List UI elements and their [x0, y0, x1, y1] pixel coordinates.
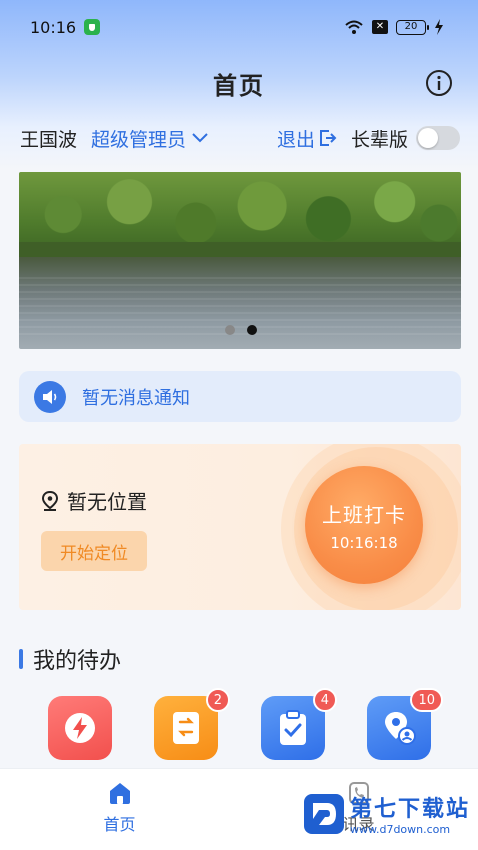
carousel-dot-active[interactable]	[247, 325, 257, 335]
elder-mode-toggle[interactable]	[416, 126, 460, 150]
page-title: 首页	[213, 71, 265, 100]
location-text: 暂无位置	[67, 490, 147, 514]
info-button[interactable]	[424, 68, 454, 98]
tab-home-label: 首页	[103, 815, 136, 834]
todo-item-urgent[interactable]	[48, 696, 112, 760]
clock-in-label: 上班打卡	[322, 502, 406, 527]
info-icon	[426, 70, 452, 96]
role-selector[interactable]: 超级管理员	[91, 125, 208, 152]
banner-image-water	[19, 257, 461, 349]
site-watermark: 第七下载站 www.d7down.com	[303, 791, 470, 836]
toggle-knob	[418, 128, 438, 148]
todo-grid: 2 4 10	[0, 688, 478, 764]
watermark-name: 第七下载站	[349, 797, 470, 822]
watermark-url: www.d7down.com	[349, 823, 451, 836]
todo-item-transfer[interactable]: 2	[154, 688, 230, 760]
page-header: 首页	[0, 58, 478, 108]
todo-badge: 2	[205, 688, 230, 712]
clock-in-time: 10:16:18	[330, 533, 398, 552]
tab-home[interactable]: 首页	[0, 769, 239, 850]
status-time: 10:16	[30, 17, 77, 37]
charging-icon	[435, 19, 443, 35]
role-label: 超级管理员	[91, 128, 187, 151]
user-bar: 王国波 超级管理员 退出 长辈版	[0, 118, 478, 158]
location-pin-icon	[41, 490, 59, 511]
no-sim-icon: ✕	[372, 20, 388, 34]
shield-icon	[84, 19, 101, 35]
wifi-icon	[345, 20, 363, 34]
section-accent-bar	[19, 649, 23, 669]
clipboard-check-icon	[280, 710, 306, 745]
todo-title: 我的待办	[33, 649, 122, 674]
todo-item-visit[interactable]: 10	[367, 688, 443, 760]
clock-in-button[interactable]: 上班打卡 10:16:18	[305, 466, 423, 584]
todo-section-title: 我的待办	[19, 643, 121, 675]
carousel-dot[interactable]	[225, 325, 235, 335]
elder-mode-label: 长辈版	[350, 128, 408, 151]
logout-label: 退出	[276, 128, 315, 151]
notice-bar[interactable]: 暂无消息通知	[19, 371, 461, 422]
todo-badge: 10	[410, 688, 443, 712]
todo-badge: 4	[312, 688, 337, 712]
chevron-down-icon	[192, 133, 208, 143]
speaker-icon	[34, 380, 66, 413]
battery-icon: 20	[396, 19, 429, 35]
notice-text: 暂无消息通知	[82, 387, 190, 409]
start-locate-button[interactable]: 开始定位	[41, 531, 147, 571]
document-transfer-icon	[173, 712, 199, 744]
user-name: 王国波	[20, 128, 78, 151]
home-icon	[109, 783, 130, 804]
status-bar: 10:16 ✕ 20	[0, 0, 478, 54]
logout-button[interactable]: 退出	[277, 125, 337, 152]
banner-carousel[interactable]	[19, 172, 461, 349]
watermark-logo-icon	[303, 793, 344, 834]
lightning-icon	[65, 713, 95, 743]
clock-in-card: 暂无位置 开始定位 上班打卡 10:16:18	[19, 444, 461, 610]
location-person-icon	[385, 712, 416, 745]
location-status: 暂无位置	[41, 486, 147, 515]
todo-item-checklist[interactable]: 4	[261, 688, 337, 760]
logout-icon	[319, 130, 337, 146]
carousel-dots	[225, 325, 257, 335]
